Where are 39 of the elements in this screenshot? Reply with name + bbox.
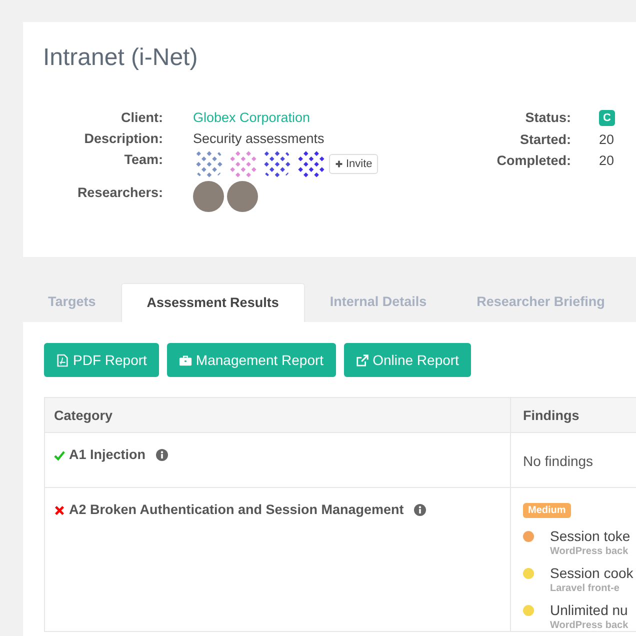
plus-icon: [335, 160, 343, 168]
client-link[interactable]: Globex Corporation: [193, 110, 433, 125]
finding-target: Laravel front-e: [550, 583, 620, 594]
description-label: Description:: [83, 131, 163, 146]
external-link-icon: [356, 354, 369, 366]
briefcase-icon: [178, 354, 192, 366]
report-button[interactable]: PDF Report: [44, 343, 159, 377]
tab[interactable]: Researcher Briefing: [452, 283, 630, 322]
researchers-label: Researchers:: [76, 185, 163, 200]
category-name: A1 Injection: [69, 447, 146, 462]
report-button[interactable]: Online Report: [344, 343, 471, 377]
finding-title[interactable]: Session cook: [550, 565, 634, 581]
severity-badge: Medium: [523, 503, 571, 518]
started-date: 20: [599, 132, 616, 147]
tab[interactable]: Assessment Results: [120, 283, 305, 322]
project-title: Intranet (i-Net): [42, 44, 199, 72]
finding-target: WordPress back: [550, 546, 630, 557]
tab[interactable]: Targets: [23, 283, 121, 322]
invite-button[interactable]: Invite: [329, 154, 378, 174]
category-name: A2 Broken Authentication and Session Management: [69, 502, 404, 517]
column-header: Category: [45, 398, 511, 432]
pdf-file-icon: [56, 354, 69, 366]
no-findings-text: No findings: [523, 452, 594, 469]
info-icon[interactable]: [414, 504, 426, 516]
completed-label: Completed:: [496, 153, 571, 168]
status-label: Status:: [524, 110, 571, 125]
description-value: Security assessments: [193, 131, 326, 146]
status-badge: C: [599, 110, 615, 126]
finding-title[interactable]: Session toke: [550, 528, 630, 544]
started-label: Started:: [518, 132, 571, 147]
column-header: Findings: [522, 408, 580, 422]
tab[interactable]: Internal Details: [304, 283, 452, 322]
report-button[interactable]: Management Report: [166, 343, 336, 377]
info-icon[interactable]: [156, 449, 168, 461]
finding-title[interactable]: Unlimited nu: [550, 602, 628, 618]
team-label: Team:: [123, 152, 163, 167]
client-label: Client:: [120, 110, 163, 125]
completed-date: 20: [599, 153, 616, 168]
finding-target: WordPress back: [550, 620, 628, 631]
